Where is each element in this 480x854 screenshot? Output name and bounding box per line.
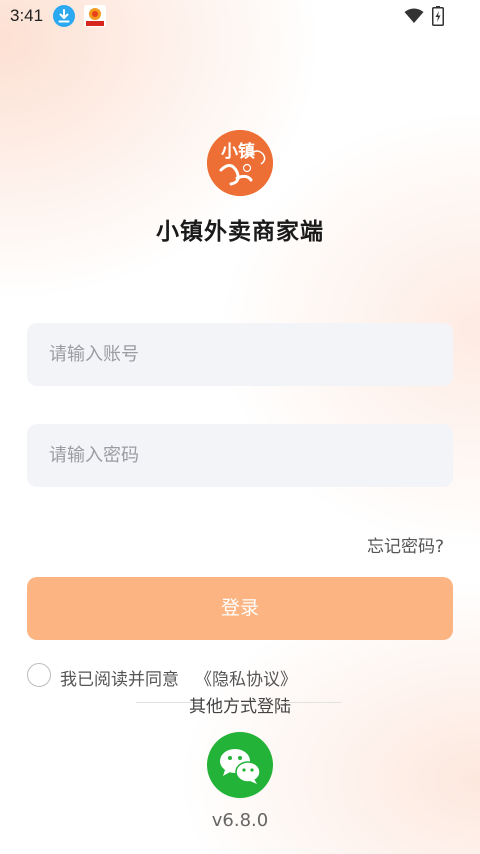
agreement-text: 我已阅读并同意: [60, 670, 179, 690]
battery-charging-icon: [432, 6, 444, 30]
agreement-checkbox[interactable]: [27, 663, 51, 687]
logo-text-xiao: 小镇: [221, 141, 255, 162]
xiaozhen-logo-icon: 小镇: [207, 130, 273, 196]
other-login-label: 其他方式登陆: [189, 697, 291, 717]
app-notification-icon: [83, 4, 107, 28]
app-title: 小镇外卖商家端: [156, 219, 324, 245]
wechat-login-button[interactable]: [207, 732, 273, 798]
status-time: 3:41: [10, 6, 44, 25]
divider-right: [284, 702, 342, 703]
login-button[interactable]: 登录: [27, 577, 453, 640]
wifi-icon: [404, 8, 424, 28]
version-label: v6.8.0: [211, 810, 269, 831]
forgot-password-link[interactable]: 忘记密码?: [367, 532, 444, 557]
account-input[interactable]: [27, 323, 453, 386]
wechat-icon: [220, 749, 261, 784]
password-input[interactable]: [27, 424, 453, 487]
app-logo: 小镇: [207, 130, 273, 196]
privacy-agreement-link[interactable]: 《隐私协议》: [195, 665, 297, 690]
status-bar: 3:41: [0, 0, 480, 32]
download-notification-icon: [53, 5, 75, 27]
